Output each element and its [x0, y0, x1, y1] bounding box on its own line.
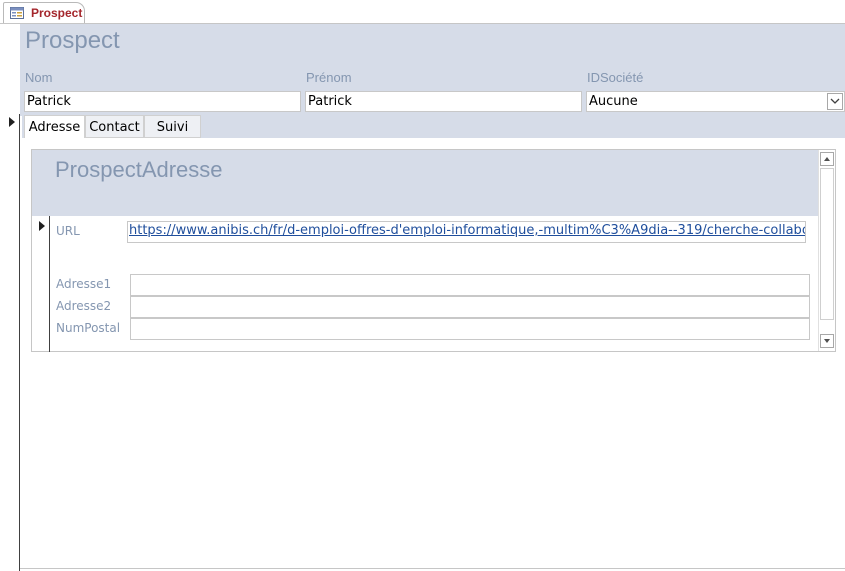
prenom-field[interactable]: Patrick	[305, 91, 582, 112]
idsociete-combo[interactable]: Aucune	[586, 91, 845, 112]
adresse1-label: Adresse1	[56, 277, 112, 291]
tab-contact[interactable]: Contact	[85, 115, 144, 138]
chevron-down-icon	[830, 98, 840, 104]
subform-record-selector[interactable]	[32, 216, 50, 352]
idsociete-value: Aucune	[589, 94, 638, 109]
form-bottom-border	[20, 568, 845, 569]
document-tab-label: Prospect	[31, 6, 83, 20]
nom-field[interactable]: Patrick	[24, 91, 301, 112]
numpostal-label: NumPostal	[56, 321, 121, 335]
url-label: URL	[56, 224, 80, 238]
current-record-arrow-icon	[9, 117, 15, 127]
form-title: Prospect	[25, 27, 120, 54]
idsociete-label: IDSociété	[587, 70, 644, 85]
url-link[interactable]: https://www.anibis.ch/fr/d-emploi-offres…	[129, 223, 805, 238]
subform-title: ProspectAdresse	[55, 157, 223, 182]
subform-scrollbar[interactable]	[818, 150, 835, 351]
document-tab-prospect[interactable]: Prospect	[3, 2, 85, 23]
scroll-up-button[interactable]	[820, 152, 834, 166]
document-tab-bar	[0, 0, 845, 24]
tab-suivi[interactable]: Suivi	[144, 115, 201, 138]
dropdown-button[interactable]	[827, 93, 843, 110]
triangle-down-icon	[824, 339, 830, 343]
scroll-track[interactable]	[820, 168, 834, 320]
tab-adresse[interactable]: Adresse	[24, 115, 85, 138]
url-field[interactable]: https://www.anibis.ch/fr/d-emploi-offres…	[127, 221, 806, 243]
current-record-arrow-icon	[39, 221, 45, 231]
form-icon	[10, 7, 24, 19]
triangle-up-icon	[824, 157, 830, 161]
adresse1-field[interactable]	[130, 274, 810, 296]
record-selector[interactable]	[0, 114, 20, 571]
prenom-label: Prénom	[306, 70, 352, 85]
numpostal-field[interactable]	[130, 318, 810, 340]
nom-label: Nom	[25, 70, 53, 85]
adresse2-field[interactable]	[130, 296, 810, 318]
scroll-down-button[interactable]	[820, 334, 834, 348]
adresse2-label: Adresse2	[56, 299, 112, 313]
